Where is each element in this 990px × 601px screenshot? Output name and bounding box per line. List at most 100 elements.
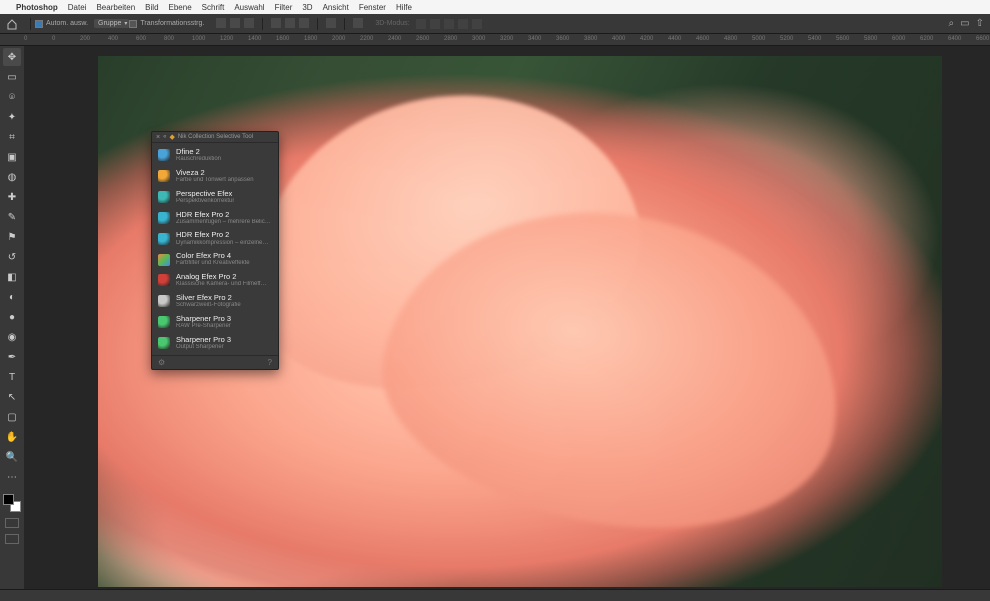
plugin-row[interactable]: Viveza 2Farbe und Tonwert anpassen [152, 166, 278, 187]
menu-item[interactable]: Ebene [169, 3, 192, 12]
plugin-title: Viveza 2 [176, 169, 254, 177]
ruler-tick: 3600 [556, 36, 569, 42]
plugin-row[interactable]: Analog Efex Pro 2Klassische Kamera- und … [152, 270, 278, 291]
quick-mask-icon[interactable] [5, 518, 19, 528]
menu-item[interactable]: Bild [145, 3, 158, 12]
eraser-tool[interactable]: ◧ [3, 268, 21, 286]
fg-swatch[interactable] [3, 494, 14, 505]
plugin-icon [158, 274, 170, 286]
checkbox-icon[interactable] [129, 20, 137, 28]
eyedropper-tool[interactable]: ◍ [3, 168, 21, 186]
distribute-icon[interactable] [326, 18, 336, 28]
panel-header[interactable]: × « ◆ Nik Collection Selective Tool [152, 132, 278, 143]
menu-item[interactable]: Hilfe [396, 3, 412, 12]
auto-select-toggle[interactable]: Autom. ausw. [35, 20, 88, 28]
plugin-icon [158, 191, 170, 203]
path-tool[interactable]: ↖ [3, 388, 21, 406]
wand-tool[interactable]: ✦ [3, 108, 21, 126]
plugin-row[interactable]: HDR Efex Pro 2Zusammenfügen – mehrere Be… [152, 208, 278, 229]
plugin-row[interactable]: Color Efex Pro 4Farbfilter und Kreativef… [152, 249, 278, 270]
gradient-tool[interactable]: ◐ [3, 288, 21, 306]
ruler-tick: 6000 [892, 36, 905, 42]
app-menu[interactable]: Photoshop [16, 3, 58, 12]
menu-item[interactable]: Ansicht [323, 3, 349, 12]
plugin-row[interactable]: Perspective EfexPerspektivenkorrektur [152, 187, 278, 208]
ruler-tick: 400 [108, 36, 118, 42]
plugin-subtitle: Klassische Kamera- und Filmeff… [176, 281, 267, 288]
plugin-icon [158, 316, 170, 328]
align-icon[interactable] [299, 18, 309, 28]
type-tool[interactable]: T [3, 368, 21, 386]
more-tool[interactable]: ⋯ [3, 468, 21, 486]
align-icon[interactable] [230, 18, 240, 28]
hand-tool[interactable]: ✋ [3, 428, 21, 446]
lasso-tool[interactable]: ⌾ [3, 88, 21, 106]
plugin-row[interactable]: HDR Efex Pro 2Dynamikkompression – einze… [152, 228, 278, 249]
screen-mode-icon[interactable] [5, 534, 19, 544]
plugin-row[interactable]: Dfine 2Rauschreduktion [152, 145, 278, 166]
plugin-icon [158, 233, 170, 245]
plugin-title: Silver Efex Pro 2 [176, 294, 241, 302]
more-icon[interactable] [353, 18, 363, 28]
align-icon[interactable] [285, 18, 295, 28]
plugin-list: Dfine 2RauschreduktionViveza 2Farbe und … [152, 143, 278, 355]
status-bar [0, 589, 990, 601]
blur-tool[interactable]: ● [3, 308, 21, 326]
menu-item[interactable]: Auswahl [234, 3, 264, 12]
nik-collection-panel[interactable]: × « ◆ Nik Collection Selective Tool Dfin… [151, 131, 279, 370]
marquee-tool[interactable]: ▭ [3, 68, 21, 86]
ruler-tick: 1400 [248, 36, 261, 42]
align-icon[interactable] [271, 18, 281, 28]
3d-icon [444, 19, 454, 29]
transform-controls-toggle[interactable]: Transformationsstrg. [129, 20, 204, 28]
home-icon[interactable] [6, 18, 18, 30]
plugin-subtitle: Rauschreduktion [176, 156, 221, 163]
auto-select-dropdown[interactable]: Gruppe [94, 19, 129, 28]
align-icon[interactable] [216, 18, 226, 28]
menu-item[interactable]: Filter [275, 3, 293, 12]
shape-tool[interactable]: ▢ [3, 408, 21, 426]
pen-tool[interactable]: ✒ [3, 348, 21, 366]
checkbox-icon[interactable] [35, 20, 43, 28]
plugin-title: Sharpener Pro 3 [176, 336, 231, 344]
align-icon[interactable] [244, 18, 254, 28]
ruler-tick: 4600 [696, 36, 709, 42]
menu-item[interactable]: Fenster [359, 3, 386, 12]
crop-tool[interactable]: ⌗ [3, 128, 21, 146]
history-brush-tool[interactable]: ↺ [3, 248, 21, 266]
color-swatches[interactable] [3, 494, 21, 512]
menu-item[interactable]: Datei [68, 3, 87, 12]
plugin-title: Analog Efex Pro 2 [176, 273, 267, 281]
plugin-icon [158, 170, 170, 182]
plugin-title: Dfine 2 [176, 148, 221, 156]
ruler-tick: 4000 [612, 36, 625, 42]
ruler-tick: 800 [164, 36, 174, 42]
share-icon[interactable]: ⇧ [976, 18, 984, 29]
frame-tool[interactable]: ▣ [3, 148, 21, 166]
nik-logo-icon: ◆ [169, 133, 174, 141]
menu-item[interactable]: Schrift [202, 3, 225, 12]
zoom-tool[interactable]: 🔍 [3, 448, 21, 466]
plugin-row[interactable]: Sharpener Pro 3RAW Pre-Sharpener [152, 312, 278, 333]
3d-icon [458, 19, 468, 29]
ruler-tick: 5200 [780, 36, 793, 42]
stamp-tool[interactable]: ⚑ [3, 228, 21, 246]
move-tool[interactable]: ✥ [3, 48, 21, 66]
close-icon[interactable]: × [156, 134, 160, 141]
plugin-row[interactable]: Sharpener Pro 3Output Sharpener [152, 333, 278, 354]
tools-panel: ✥ ▭ ⌾ ✦ ⌗ ▣ ◍ ✚ ✎ ⚑ ↺ ◧ ◐ ● ◉ ✒ T ↖ ▢ ✋ 🔍 ⋯ [0, 46, 24, 601]
dodge-tool[interactable]: ◉ [3, 328, 21, 346]
collapse-icon[interactable]: « [163, 134, 166, 140]
heal-tool[interactable]: ✚ [3, 188, 21, 206]
ruler-tick: 1200 [220, 36, 233, 42]
plugin-subtitle: RAW Pre-Sharpener [176, 323, 231, 330]
menu-item[interactable]: Bearbeiten [96, 3, 135, 12]
menu-item[interactable]: 3D [302, 3, 312, 12]
options-bar: Autom. ausw. Gruppe Transformationsstrg.… [0, 14, 990, 34]
workspace-icon[interactable]: ▭ [960, 18, 969, 29]
brush-tool[interactable]: ✎ [3, 208, 21, 226]
plugin-row[interactable]: Silver Efex Pro 2Schwarzweiß-Fotografie [152, 291, 278, 312]
search-icon[interactable]: ⌕ [949, 18, 955, 29]
gear-icon[interactable]: ⚙ [158, 358, 165, 367]
help-icon[interactable]: ? [268, 358, 272, 367]
